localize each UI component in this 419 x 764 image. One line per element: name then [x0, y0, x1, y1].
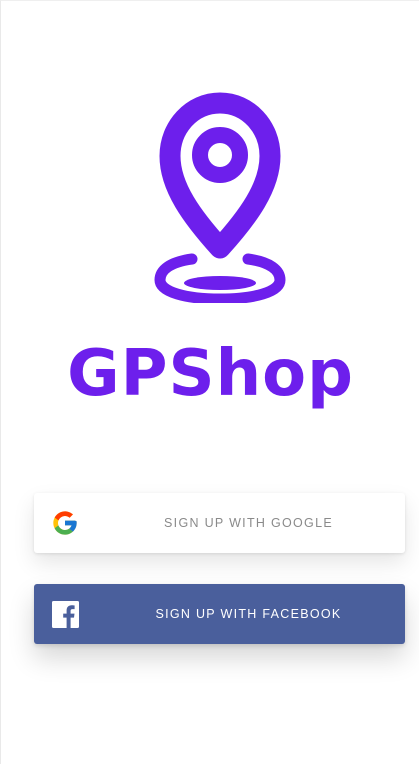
- google-icon: [50, 508, 80, 538]
- facebook-signup-button[interactable]: SIGN UP WITH FACEBOOK: [34, 584, 405, 644]
- app-name: GPShop: [67, 337, 354, 411]
- facebook-icon: [50, 599, 80, 629]
- google-signup-label: SIGN UP WITH GOOGLE: [164, 516, 333, 530]
- facebook-signup-label: SIGN UP WITH FACEBOOK: [155, 607, 342, 621]
- signup-screen: GPShop SIGN UP WITH GOOGLE SIGN UP WITH …: [0, 0, 419, 764]
- google-signup-button[interactable]: SIGN UP WITH GOOGLE: [34, 493, 405, 553]
- location-pin-icon: [154, 92, 286, 303]
